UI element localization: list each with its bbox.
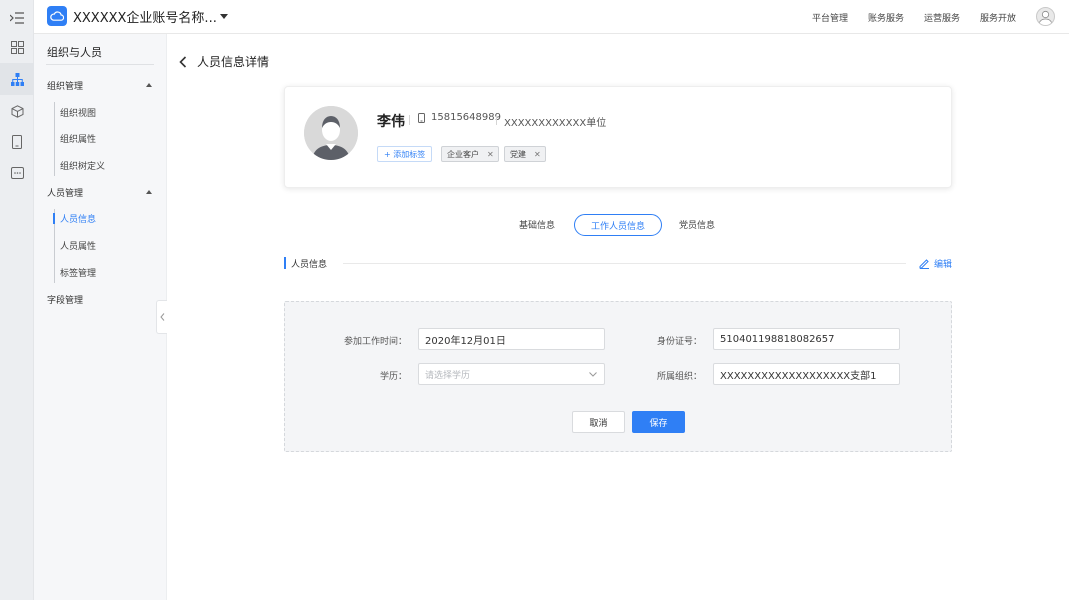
sidebar-group-fields[interactable]: 字段管理 [47,293,83,306]
education-placeholder: 请选择学历 [425,370,471,381]
person-phone: 15815648989 [418,112,501,123]
edit-button[interactable]: 编辑 [919,257,952,270]
icon-rail [0,0,34,600]
submenu-line [54,102,55,176]
main-content: 人员信息详情 李伟 15815648989 XXXXXXXXXXXX单位 + 添… [167,34,1069,600]
tab-basic-info[interactable]: 基础信息 [519,218,555,231]
phone-number: 15815648989 [431,112,501,123]
sidebar-item-org-view[interactable]: 组织视图 [60,106,96,119]
cube-icon[interactable] [0,95,34,127]
separator [496,115,497,125]
nav-open-services[interactable]: 服务开放 [980,11,1016,24]
tab-staff-info[interactable]: 工作人员信息 [574,214,663,236]
section-header: 人员信息 编辑 [284,257,952,270]
sidebar-group-org[interactable]: 组织管理 [47,79,83,92]
caret-down-icon [219,13,228,19]
caret-up-icon[interactable] [146,83,152,87]
tag-chip: 党建 ✕ [504,146,546,162]
add-tag-button[interactable]: + 添加标签 [377,146,433,162]
cancel-button[interactable]: 取消 [572,411,625,433]
phone-icon [418,112,425,123]
tab-party-info[interactable]: 党员信息 [679,218,715,231]
message-icon[interactable] [0,157,34,189]
tag-chip: 企业客户 ✕ [441,146,499,162]
close-icon[interactable]: ✕ [534,150,541,159]
id-number-field[interactable]: 510401198818082657 [713,328,900,350]
active-indicator [53,213,55,224]
nav-operations[interactable]: 运营服务 [924,11,960,24]
work-start-label: 参加工作时间： [343,337,407,347]
apps-grid-icon[interactable] [0,31,34,63]
page-title: 人员信息详情 [197,55,270,69]
menu-toggle-icon[interactable] [0,2,34,34]
section-divider [343,263,906,264]
id-number-label: 身份证号： [656,337,702,347]
sidebar-item-people-attributes[interactable]: 人员属性 [60,239,96,252]
top-nav: 平台管理 账务服务 运营服务 服务开放 [812,0,1016,34]
device-icon[interactable] [0,126,34,158]
sidebar-collapse-toggle[interactable] [156,300,167,334]
person-name: 李伟 [377,114,405,130]
tag-label: 党建 [510,149,526,159]
close-icon[interactable]: ✕ [487,150,494,159]
user-avatar[interactable] [1036,7,1055,26]
sidebar-item-org-tree[interactable]: 组织树定义 [60,159,105,172]
nav-billing[interactable]: 账务服务 [868,11,904,24]
chevron-down-icon [589,372,597,377]
profile-card: 李伟 15815648989 XXXXXXXXXXXX单位 + 添加标签 企业客… [284,86,952,188]
edit-form: 参加工作时间： 2020年12月01日 身份证号： 51040119881808… [284,301,952,452]
separator [409,115,410,125]
tag-label: 企业客户 [447,149,479,159]
org-tree-icon[interactable] [0,63,34,95]
save-button[interactable]: 保存 [632,411,685,433]
pencil-icon [919,259,929,269]
work-start-field[interactable]: 2020年12月01日 [418,328,605,350]
edit-label: 编辑 [933,260,952,270]
cloud-logo-icon [47,6,67,26]
account-name: XXXXXX企业账号名称... [73,10,217,26]
education-label: 学历： [379,372,407,382]
sidebar-item-org-attributes[interactable]: 组织属性 [60,132,96,145]
sidebar-item-people-info[interactable]: 人员信息 [60,212,96,225]
education-select[interactable]: 请选择学历 [418,363,605,385]
sidebar-title: 组织与人员 [47,46,102,59]
org-field[interactable]: XXXXXXXXXXXXXXXXXXX支部1 [713,363,900,385]
sidebar-group-people[interactable]: 人员管理 [47,186,83,199]
side-menu: 组织与人员 组织管理 组织视图 组织属性 组织树定义 人员管理 人员信息 人员属… [34,34,167,600]
section-accent-bar [284,257,286,269]
caret-up-icon[interactable] [146,190,152,194]
person-unit: XXXXXXXXXXXX单位 [504,118,607,129]
account-switcher[interactable]: XXXXXX企业账号名称... [47,6,228,26]
section-title: 人员信息 [291,260,328,270]
back-arrow-icon[interactable] [179,55,187,68]
page-header: 人员信息详情 [179,53,269,70]
person-avatar [304,106,358,160]
org-label: 所属组织： [656,372,702,382]
nav-platform[interactable]: 平台管理 [812,11,848,24]
sidebar-divider [46,64,154,65]
info-tabs: 基础信息 工作人员信息 党员信息 [504,214,734,238]
sidebar-item-tag-management[interactable]: 标签管理 [60,266,96,279]
top-bar: XXXXXX企业账号名称... 平台管理 账务服务 运营服务 服务开放 [34,0,1069,34]
